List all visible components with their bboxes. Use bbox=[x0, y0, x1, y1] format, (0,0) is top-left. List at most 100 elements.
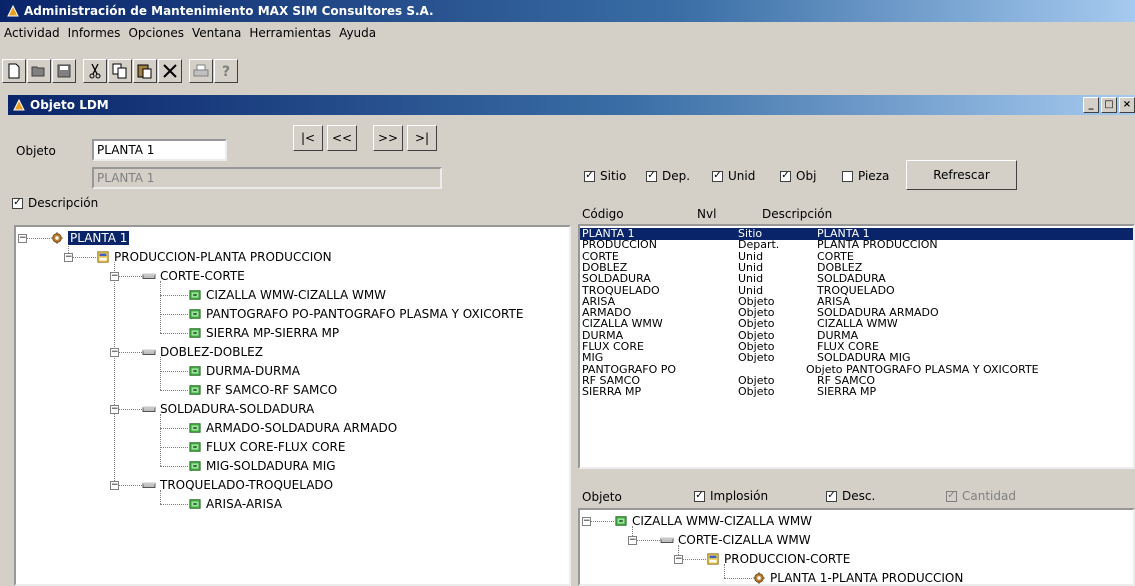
print-button[interactable] bbox=[189, 59, 213, 83]
desc-checkbox[interactable]: ✓ Desc. bbox=[826, 489, 875, 503]
help-icon: ? bbox=[222, 64, 230, 79]
implosion-tree[interactable]: − CIZALLA WMW-CIZALLA WMW − CORTE-CIZALLA W… bbox=[578, 508, 1135, 586]
tree-connector bbox=[160, 390, 188, 391]
implosion-checkbox[interactable]: ✓ Implosión bbox=[694, 489, 768, 503]
close-icon: × bbox=[1122, 99, 1132, 110]
tree-connector bbox=[160, 414, 161, 466]
first-record-button[interactable]: |< bbox=[293, 125, 323, 151]
previous-record-button[interactable]: << bbox=[327, 125, 357, 151]
close-button[interactable]: × bbox=[1119, 97, 1135, 113]
tree-expander-icon[interactable]: − bbox=[628, 536, 637, 545]
descripcion-checkbox-box: ✓ bbox=[12, 197, 23, 209]
tree-node-obj[interactable]: CIZALLA WMW-CIZALLA WMW bbox=[188, 287, 386, 303]
tree-node-obj[interactable]: RF SAMCO-RF SAMCO bbox=[188, 382, 337, 398]
tree-connector bbox=[160, 371, 188, 372]
filter-unid-label: Unid bbox=[728, 169, 756, 183]
tree-expander-icon[interactable]: − bbox=[110, 272, 119, 281]
open-button[interactable] bbox=[27, 59, 51, 83]
tree-node-label: FLUX CORE-FLUX CORE bbox=[206, 440, 346, 454]
unid-icon bbox=[142, 406, 156, 412]
structure-tree[interactable]: − PLANTA 1 − PRODUCCION-PLANTA PRODUCCION − C… bbox=[14, 225, 571, 586]
filter-obj-label: Obj bbox=[796, 169, 817, 183]
last-record-button[interactable]: >| bbox=[407, 125, 437, 151]
next-record-button[interactable]: >> bbox=[373, 125, 403, 151]
tree-node-label: RF SAMCO-RF SAMCO bbox=[206, 383, 338, 397]
obj-icon bbox=[189, 290, 201, 300]
tree-node-sitio[interactable]: PLANTA 1 bbox=[50, 230, 130, 246]
desc-label: Desc. bbox=[842, 489, 876, 503]
tree-node-unid[interactable]: DOBLEZ-DOBLEZ bbox=[142, 344, 263, 360]
filter-unid-checkbox[interactable]: ✓ Unid bbox=[712, 169, 755, 183]
list-header-codigo[interactable]: Código bbox=[582, 207, 624, 221]
menu-ayuda[interactable]: Ayuda bbox=[335, 26, 380, 40]
tree-node-obj[interactable]: ARISA-ARISA bbox=[188, 496, 282, 512]
filter-dep-box: ✓ bbox=[646, 170, 657, 182]
cut-icon bbox=[89, 63, 101, 79]
obj-icon bbox=[189, 385, 201, 395]
delete-button[interactable] bbox=[158, 59, 182, 83]
tree-node-label: PLANTA 1-PLANTA PRODUCCION bbox=[770, 571, 964, 585]
maximize-button[interactable]: □ bbox=[1101, 97, 1117, 113]
list-item[interactable]: PRODUCCION Depart. PLANTA PRODUCCION bbox=[580, 239, 1133, 251]
refrescar-button[interactable]: Refrescar bbox=[906, 160, 1017, 190]
tree-expander-icon[interactable]: − bbox=[110, 348, 119, 357]
object-list[interactable]: PLANTA 1 Sitio PLANTA 1 PRODUCCION Depart. PL… bbox=[578, 224, 1135, 469]
list-item[interactable]: TROQUELADO Unid TROQUELADO bbox=[580, 284, 1133, 297]
tree-node-obj[interactable]: SIERRA MP-SIERRA MP bbox=[188, 325, 339, 341]
menu-informes[interactable]: Informes bbox=[64, 26, 125, 40]
tree-node-depart[interactable]: PRODUCCION-PLANTA PRODUCCION bbox=[96, 249, 332, 265]
menu-herramientas[interactable]: Herramientas bbox=[245, 26, 335, 40]
tree-node-unid[interactable]: SOLDADURA-SOLDADURA bbox=[142, 401, 314, 417]
paste-button[interactable] bbox=[133, 59, 157, 83]
list-header-descripcion[interactable]: Descripción bbox=[762, 207, 832, 221]
save-button[interactable] bbox=[52, 59, 76, 83]
cantidad-label: Cantidad bbox=[962, 489, 1016, 503]
tree-node-obj[interactable]: CIZALLA WMW-CIZALLA WMW bbox=[614, 513, 812, 529]
filter-sitio-checkbox[interactable]: ✓ Sitio bbox=[584, 169, 626, 183]
minimize-button[interactable]: _ bbox=[1083, 97, 1099, 113]
tree-node-label: SOLDADURA-SOLDADURA bbox=[160, 402, 315, 416]
tree-node-obj[interactable]: DURMA-DURMA bbox=[188, 363, 300, 379]
depart-icon bbox=[707, 553, 719, 565]
tree-expander-icon[interactable]: − bbox=[18, 234, 27, 243]
tree-node-obj[interactable]: PANTOGRAFO PO-PANTOGRAFO PLASMA Y OXICOR… bbox=[188, 306, 523, 322]
tree-node-obj[interactable]: FLUX CORE-FLUX CORE bbox=[188, 439, 345, 455]
tree-node-obj[interactable]: ARMADO-SOLDADURA ARMADO bbox=[188, 420, 397, 436]
tree-node-unid[interactable]: CORTE-CIZALLA WMW bbox=[660, 532, 811, 548]
tree-connector bbox=[114, 262, 115, 485]
tree-expander-icon[interactable]: − bbox=[64, 253, 73, 262]
tree-connector bbox=[160, 314, 188, 315]
tree-node-sitio[interactable]: PLANTA 1-PLANTA PRODUCCION bbox=[752, 570, 964, 585]
tree-node-unid[interactable]: TROQUELADO-TROQUELADO bbox=[142, 477, 333, 493]
descripcion-checkbox[interactable]: ✓ Descripción bbox=[12, 196, 98, 210]
menu-opciones[interactable]: Opciones bbox=[124, 26, 188, 40]
tree-node-depart[interactable]: PRODUCCION-CORTE bbox=[706, 551, 850, 567]
filter-pieza-checkbox[interactable]: Pieza bbox=[842, 169, 889, 183]
tree-expander-icon[interactable]: − bbox=[110, 481, 119, 490]
obj-icon bbox=[189, 442, 201, 452]
filter-sitio-box: ✓ bbox=[584, 170, 595, 182]
list-cell-nvl: Objeto bbox=[738, 351, 775, 365]
delete-icon bbox=[163, 64, 177, 78]
list-item[interactable]: SIERRA MP Objeto SIERRA MP bbox=[580, 386, 1133, 398]
tree-expander-icon[interactable]: − bbox=[674, 555, 683, 564]
tree-expander-icon[interactable]: − bbox=[110, 405, 119, 414]
menu-actividad[interactable]: Actividad bbox=[0, 26, 64, 40]
tree-node-label: CORTE-CORTE bbox=[160, 269, 245, 283]
list-header-nvl[interactable]: Nvl bbox=[697, 207, 716, 221]
help-button[interactable]: ? bbox=[214, 59, 238, 83]
filter-dep-checkbox[interactable]: ✓ Dep. bbox=[646, 169, 690, 183]
filter-obj-checkbox[interactable]: ✓ Obj bbox=[780, 169, 816, 183]
tree-node-obj[interactable]: MIG-SOLDADURA MIG bbox=[188, 458, 336, 474]
copy-button[interactable] bbox=[108, 59, 132, 83]
tree-connector bbox=[160, 504, 188, 505]
tree-node-label: PRODUCCION-CORTE bbox=[724, 552, 851, 566]
tree-expander-icon[interactable]: − bbox=[582, 517, 591, 526]
objeto-input[interactable]: PLANTA 1 bbox=[92, 139, 227, 161]
tree-node-unid[interactable]: CORTE-CORTE bbox=[142, 268, 245, 284]
cut-button[interactable] bbox=[83, 59, 107, 83]
new-button[interactable] bbox=[2, 59, 26, 83]
tree-node-label: CIZALLA WMW-CIZALLA WMW bbox=[206, 288, 387, 302]
menu-ventana[interactable]: Ventana bbox=[188, 26, 245, 40]
tree-node-label: PRODUCCION-PLANTA PRODUCCION bbox=[114, 250, 332, 264]
